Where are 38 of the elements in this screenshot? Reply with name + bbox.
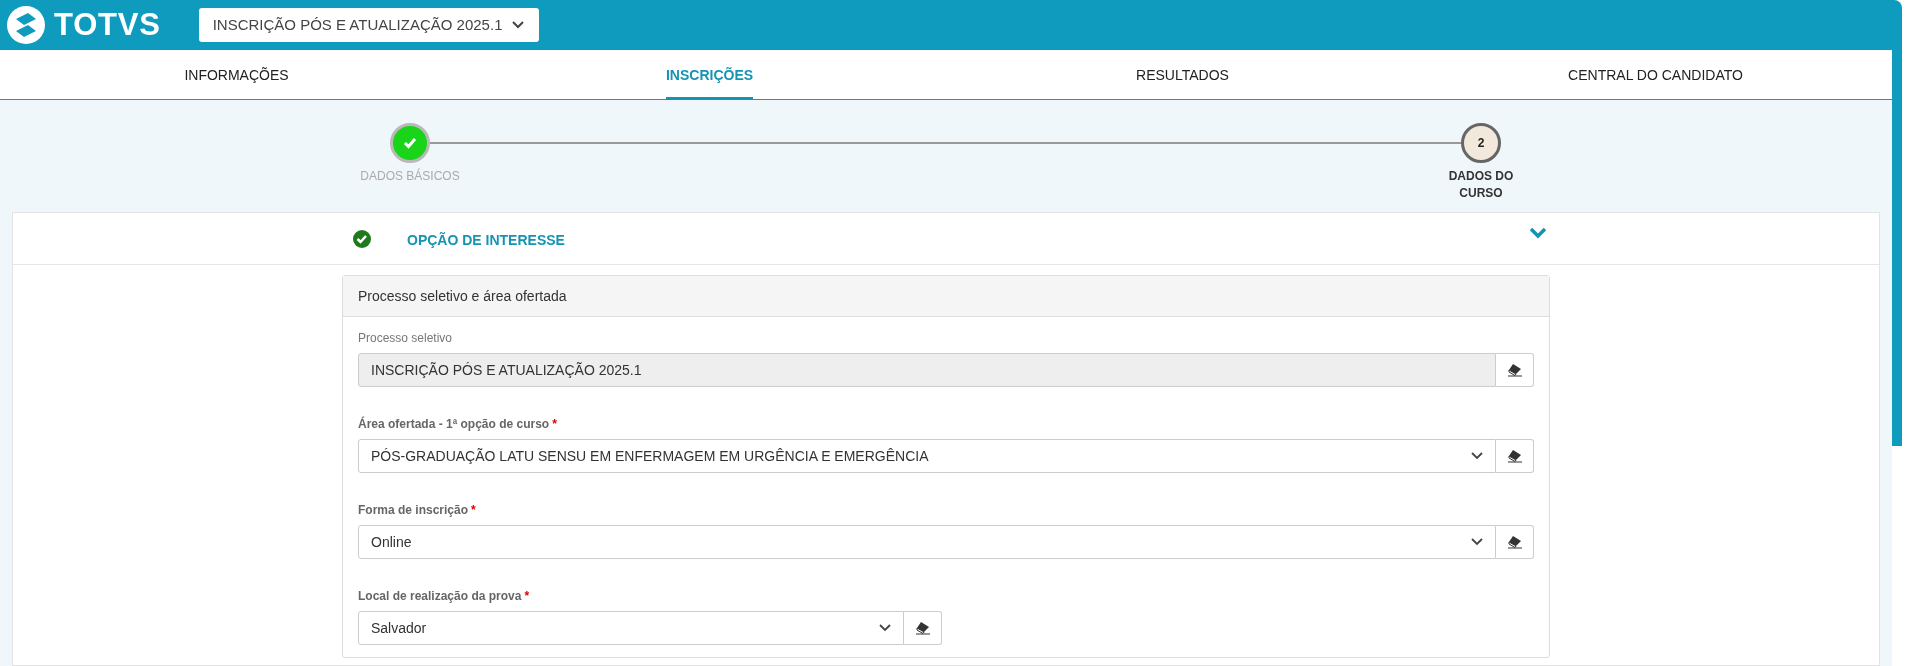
required-mark: *	[524, 588, 530, 605]
required-mark: *	[552, 416, 557, 433]
field-label: Forma de inscrição	[358, 502, 469, 519]
section-header[interactable]: OPÇÃO DE INTERESSE	[13, 213, 1879, 265]
chevron-down-icon	[510, 20, 525, 30]
section-title: OPÇÃO DE INTERESSE	[407, 231, 565, 250]
input-field[interactable]: INSCRIÇÃO PÓS E ATUALIZAÇÃO 2025.1	[358, 353, 1496, 387]
chevron-down-icon	[1471, 452, 1483, 460]
eraser-icon	[1506, 363, 1523, 377]
eraser-icon	[1506, 449, 1523, 463]
field-label: Local de realização da prova	[358, 588, 522, 605]
logo-icon	[6, 5, 46, 45]
eraser-icon	[1506, 535, 1523, 549]
clear-button[interactable]	[1496, 439, 1534, 473]
field-label: Área ofertada - 1ª opção de curso	[358, 415, 550, 433]
eraser-icon	[914, 621, 931, 635]
select-field[interactable]: Salvador	[358, 611, 904, 645]
clear-button[interactable]	[1496, 525, 1534, 559]
check-icon	[403, 137, 417, 149]
step-label: DADOS DO CURSO	[1447, 168, 1515, 202]
required-mark: *	[471, 502, 476, 519]
field-label: Processo seletivo	[358, 330, 454, 347]
nav-tab[interactable]: RESULTADOS	[1136, 50, 1229, 100]
step-label: DADOS BÁSICOS	[359, 168, 461, 185]
nav-tab[interactable]: CENTRAL DO CANDIDATO	[1568, 50, 1743, 100]
select-field[interactable]: PÓS-GRADUAÇÃO LATU SENSU EM ENFERMAGEM EM URGÊNCIA E EMERGÊNCIA	[358, 439, 1496, 473]
chevron-down-icon	[1471, 538, 1483, 546]
chevron-down-icon	[879, 624, 891, 632]
clear-button[interactable]	[904, 611, 942, 645]
clear-button[interactable]	[1496, 353, 1534, 387]
nav-tab[interactable]: INSCRIÇÕES	[665, 50, 754, 100]
panel-title: Processo seletivo e área ofertada	[343, 276, 1549, 317]
nav-tab[interactable]: INFORMAÇÕES	[184, 50, 289, 100]
select-field[interactable]: Online	[358, 525, 1496, 559]
chevron-icon[interactable]	[1529, 227, 1547, 239]
logo-text: TOTVS	[54, 5, 161, 44]
process-dropdown[interactable]: INSCRIÇÃO PÓS E ATUALIZAÇÃO 2025.1	[198, 8, 539, 42]
scrollbar-thumb[interactable]	[1892, 0, 1902, 446]
